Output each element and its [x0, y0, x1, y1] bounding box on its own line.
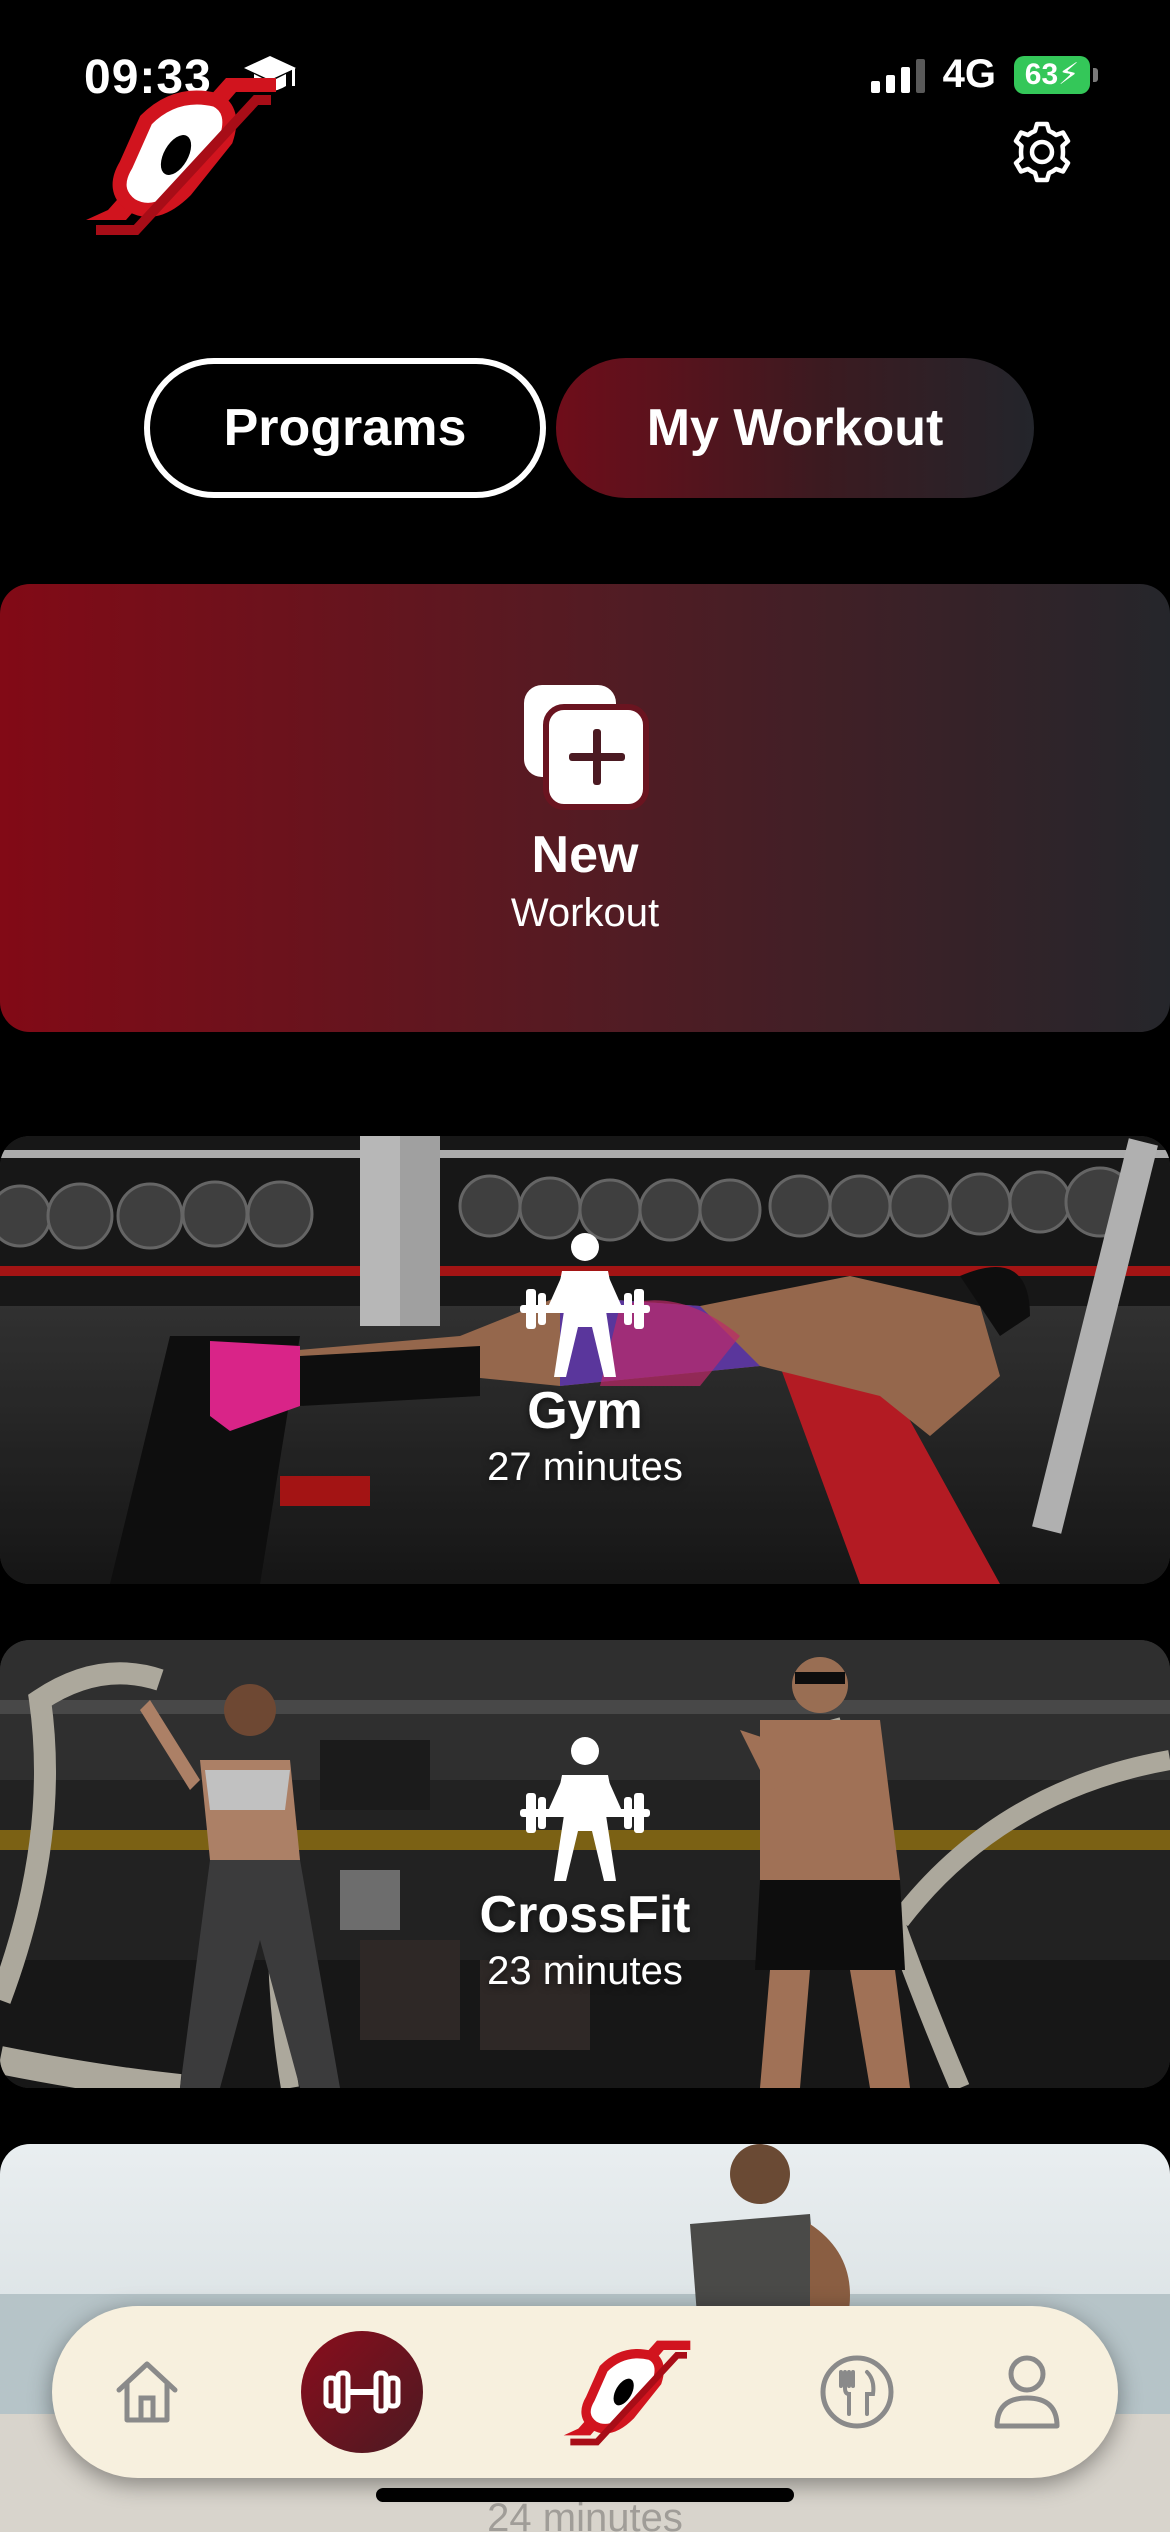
person-icon: [994, 2355, 1060, 2429]
nav-brand[interactable]: [522, 2306, 732, 2478]
gear-icon[interactable]: [1008, 118, 1076, 186]
nav-home[interactable]: [82, 2306, 212, 2478]
brand-logo-icon: [563, 2340, 691, 2446]
brand-logo-icon[interactable]: [76, 70, 286, 240]
battery-icon: 63 ⚡: [1014, 55, 1098, 94]
weightlifter-icon: [520, 1232, 650, 1377]
tab-my-workout-label: My Workout: [646, 399, 944, 457]
battery-level: 63: [1024, 57, 1059, 91]
weightlifter-icon: [520, 1736, 650, 1881]
bottom-nav: [52, 2306, 1118, 2478]
tab-programs[interactable]: Programs: [144, 358, 546, 498]
home-indicator[interactable]: [376, 2488, 794, 2502]
new-workout-title: New: [531, 825, 639, 884]
workout-card-gym[interactable]: Gym 27 minutes: [0, 1136, 1170, 1584]
signal-icon: [870, 57, 925, 93]
nav-profile[interactable]: [952, 2306, 1102, 2478]
workout-card-crossfit[interactable]: CrossFit 23 minutes: [0, 1640, 1170, 2088]
nav-workouts-active: [301, 2331, 423, 2453]
add-copy-icon: [524, 684, 649, 810]
home-icon: [116, 2361, 178, 2423]
workout-duration: 27 minutes: [487, 1444, 683, 1489]
tab-programs-label: Programs: [223, 399, 467, 457]
tab-my-workout[interactable]: My Workout: [556, 358, 1034, 498]
network-type: 4G: [942, 52, 996, 96]
nav-nutrition[interactable]: [782, 2306, 932, 2478]
nav-workouts[interactable]: [282, 2306, 442, 2478]
workout-duration: 23 minutes: [487, 1948, 683, 1993]
new-workout-card[interactable]: New Workout: [0, 584, 1170, 1032]
workout-title: Gym: [527, 1381, 643, 1440]
status-indicators: 4G 63 ⚡: [870, 52, 1098, 97]
dumbbell-icon: [323, 2370, 401, 2414]
new-workout-subtitle: Workout: [510, 890, 660, 935]
fork-knife-icon: [820, 2355, 894, 2429]
charging-bolt-icon: ⚡: [1058, 58, 1080, 91]
workout-title: CrossFit: [479, 1885, 691, 1944]
